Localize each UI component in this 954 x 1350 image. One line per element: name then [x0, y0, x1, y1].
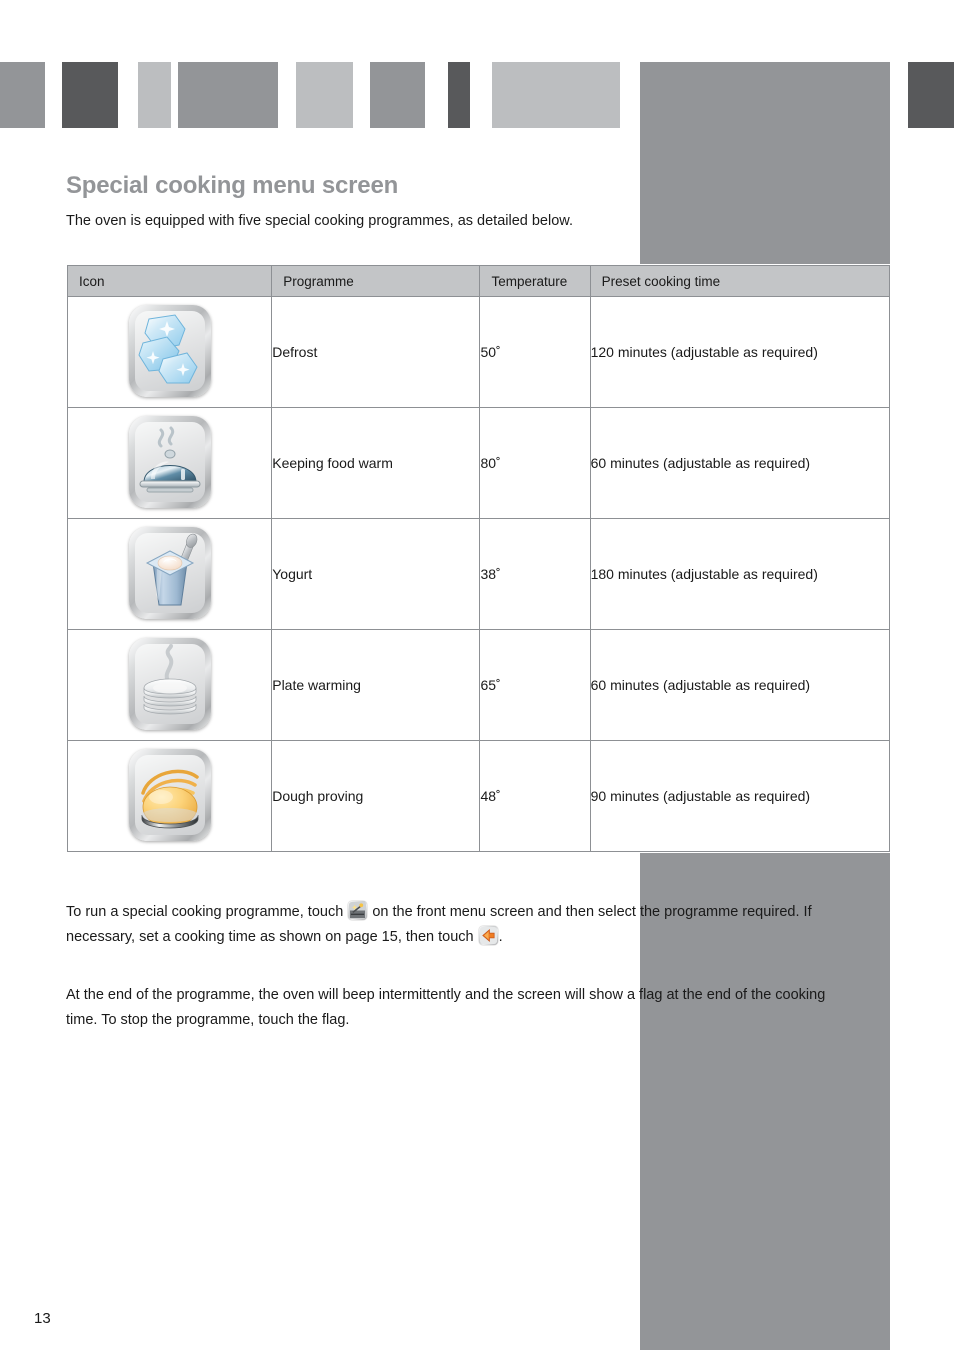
para-run-part3: .: [498, 928, 503, 945]
preset-time-value: 60 minutes (adjustable as required): [589, 629, 891, 741]
icon-cell: [66, 629, 273, 741]
preset-time-value: 90 minutes (adjustable as required): [589, 740, 891, 852]
intro-paragraph: The oven is equipped with five special c…: [66, 213, 573, 229]
preset-time-value: 120 minutes (adjustable as required): [589, 296, 891, 408]
special-cooking-menu-icon: [348, 900, 368, 920]
para-run-part1: To run a special cooking programme, touc…: [66, 903, 348, 920]
programme-name: Keeping food warm: [271, 407, 481, 519]
temperature-value: 48˚: [479, 740, 591, 852]
programme-name: Plate warming: [271, 629, 481, 741]
page-content: Special cooking menu screen The oven is …: [0, 0, 954, 1350]
preset-time-value: 180 minutes (adjustable as required): [589, 518, 891, 630]
table-row: Plate warming 65˚ 60 minutes (adjustable…: [66, 629, 891, 741]
defrost-icon: [128, 304, 211, 397]
yogurt-icon: [128, 526, 211, 619]
page-number: 13: [34, 1310, 51, 1327]
instruction-paragraph-run: To run a special cooking programme, touc…: [66, 900, 836, 950]
plate-warming-icon: [128, 637, 211, 730]
programme-name: Yogurt: [271, 518, 481, 630]
temperature-value: 50˚: [479, 296, 591, 408]
confirm-arrow-icon: [478, 925, 498, 945]
dough-proving-icon: [128, 748, 211, 841]
temperature-value: 38˚: [479, 518, 591, 630]
icon-cell: [66, 296, 273, 408]
icon-cell: [66, 407, 273, 519]
programme-name: Defrost: [271, 296, 481, 408]
preset-time-value: 60 minutes (adjustable as required): [589, 407, 891, 519]
icon-cell: [66, 740, 273, 852]
table-row: Defrost 50˚ 120 minutes (adjustable as r…: [66, 296, 891, 408]
temperature-value: 65˚: [479, 629, 591, 741]
column-header-preset-time: Preset cooking time: [589, 265, 891, 297]
table-row: Yogurt 38˚ 180 minutes (adjustable as re…: [66, 518, 891, 630]
column-header-temperature: Temperature: [479, 265, 591, 297]
table-row: Dough proving 48˚ 90 minutes (adjustable…: [66, 740, 891, 852]
programme-name: Dough proving: [271, 740, 481, 852]
column-header-icon: Icon: [66, 265, 273, 297]
icon-cell: [66, 518, 273, 630]
table-row: Keeping food warm 80˚ 60 minutes (adjust…: [66, 407, 891, 519]
temperature-value: 80˚: [479, 407, 591, 519]
page-title: Special cooking menu screen: [66, 172, 399, 199]
special-cooking-programmes-table: Icon Programme Temperature Preset cookin…: [66, 265, 891, 852]
table-header-row: Icon Programme Temperature Preset cookin…: [66, 265, 891, 297]
column-header-programme: Programme: [271, 265, 481, 297]
keeping-food-warm-icon: [128, 415, 211, 508]
instruction-paragraph-end: At the end of the programme, the oven wi…: [66, 986, 826, 1028]
